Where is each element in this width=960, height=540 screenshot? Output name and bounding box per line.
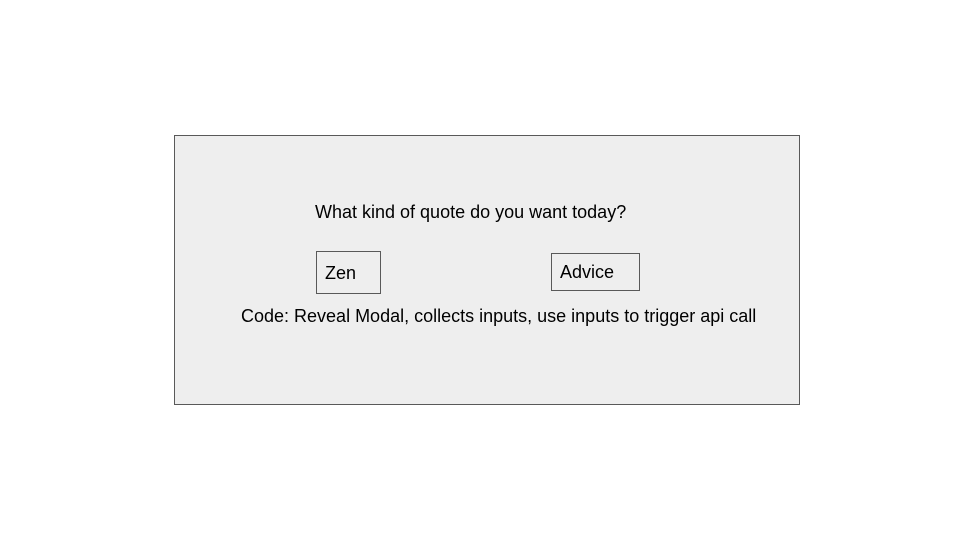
modal-question: What kind of quote do you want today? bbox=[315, 202, 627, 222]
advice-button[interactable]: Advice bbox=[551, 253, 640, 291]
zen-button[interactable]: Zen bbox=[316, 251, 381, 294]
quote-modal: What kind of quote do you want today? Ze… bbox=[174, 135, 800, 405]
code-note: Code: Reveal Modal, collects inputs, use… bbox=[241, 306, 757, 326]
